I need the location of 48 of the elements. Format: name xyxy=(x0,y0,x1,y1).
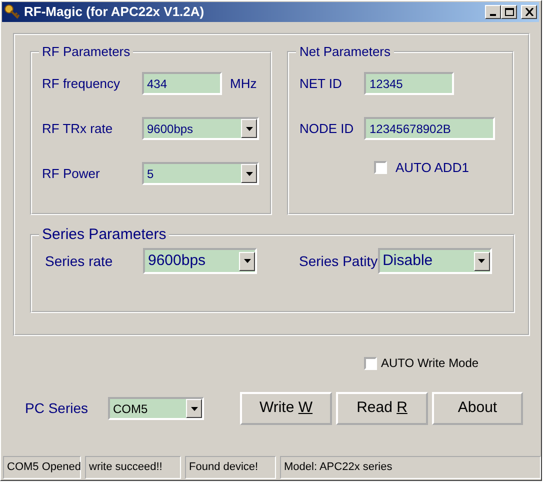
field-label: NET ID xyxy=(299,74,343,93)
dropdown-button[interactable] xyxy=(239,252,255,270)
checkbox-label: AUTO Write Mode xyxy=(381,355,479,372)
dropdown-field[interactable]: 5 xyxy=(142,162,259,185)
field-label: RF Power xyxy=(42,164,101,183)
caret-icon xyxy=(246,126,252,130)
text-field[interactable]: 434 xyxy=(142,72,222,95)
about-button[interactable]: About xyxy=(432,392,523,425)
group-title: Series Parameters xyxy=(41,227,168,242)
maximize-button[interactable] xyxy=(501,5,517,19)
dropdown-field[interactable]: 9600bps xyxy=(142,117,259,140)
keys-icon xyxy=(4,4,20,20)
caret-icon xyxy=(244,259,250,263)
close-button[interactable] xyxy=(521,5,537,19)
dropdown-button[interactable] xyxy=(241,119,257,138)
maximize-icon xyxy=(504,8,514,16)
status-text: Model: APC22x series xyxy=(280,456,541,479)
group-title: RF Parameters xyxy=(41,45,132,58)
group-title: Net Parameters xyxy=(298,45,392,58)
dropdown-field[interactable]: COM5 xyxy=(108,397,204,420)
window-title: RF-Magic (for APC22x V1.2A) xyxy=(24,3,206,22)
field-label: RF TRx rate xyxy=(42,120,114,138)
checkbox[interactable] xyxy=(364,356,377,370)
field-label: RF frequency xyxy=(42,74,122,93)
field-label: NODE ID xyxy=(299,120,355,138)
unit-label: MHz xyxy=(230,74,257,93)
dropdown-button[interactable] xyxy=(474,252,490,270)
checkbox-label: AUTO ADD1 xyxy=(395,159,469,177)
field-label: Series rate xyxy=(45,252,114,270)
dropdown-field[interactable]: 9600bps xyxy=(143,248,257,274)
caret-icon xyxy=(190,406,198,410)
status-text: write succeed!! xyxy=(85,456,181,479)
checkbox[interactable] xyxy=(374,161,388,174)
action-button[interactable]: Write W xyxy=(240,392,332,425)
status-text: COM5 Opened xyxy=(3,456,81,479)
text-field[interactable]: 12345678902B xyxy=(364,117,496,140)
field-label: Series Patity xyxy=(299,252,378,271)
minimize-button[interactable] xyxy=(485,5,501,19)
text-field[interactable]: 12345 xyxy=(364,72,454,95)
dropdown-button[interactable] xyxy=(186,399,202,418)
close-icon xyxy=(524,8,534,16)
caret-icon xyxy=(246,172,252,176)
field-label: PC Series xyxy=(25,399,90,418)
caret-icon xyxy=(478,259,486,263)
status-text: Found device! xyxy=(185,456,276,479)
dropdown-field[interactable]: Disable xyxy=(378,248,492,274)
action-button[interactable]: Read R xyxy=(336,392,428,425)
dropdown-button[interactable] xyxy=(241,164,257,183)
